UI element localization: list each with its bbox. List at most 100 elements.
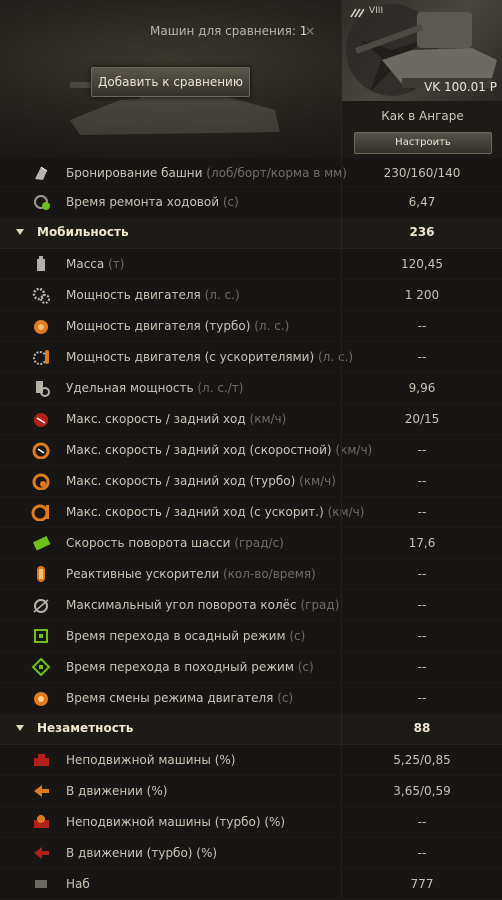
close-icon[interactable]: × bbox=[303, 24, 317, 38]
stat-label-text: Бронирование башни bbox=[66, 166, 203, 180]
stat-row: Макс. скорость / задний ход (турбо) (км/… bbox=[0, 466, 502, 497]
stat-row: Неподвижной машины (%) 5,25/0,85 bbox=[0, 745, 502, 776]
stat-unit: (кол-во/время) bbox=[222, 567, 316, 581]
stat-label-text: Макс. скорость / задний ход (с ускорит.) bbox=[66, 505, 324, 519]
stat-value: -- bbox=[417, 319, 427, 333]
stat-label: Бронирование башни (лоб/борт/корма в мм) bbox=[66, 166, 347, 180]
stat-label-text: Время ремонта ходовой bbox=[66, 195, 220, 209]
stat-unit: (с) bbox=[297, 660, 314, 674]
stat-unit: (л. с.) bbox=[204, 288, 240, 302]
section-header[interactable]: Мобильность 236 bbox=[0, 218, 502, 249]
stat-label: Масса (т) bbox=[66, 257, 124, 271]
tank-card: VIII VK 100.01 P Как в Ангаре Настроить bbox=[341, 0, 502, 158]
stat-label: Максимальный угол поворота колёс (град) bbox=[66, 598, 339, 612]
siege-mode-icon bbox=[34, 629, 48, 643]
stat-row: Максимальный угол поворота колёс (град) -… bbox=[0, 590, 502, 621]
compare-count-label: Машин для сравнения: bbox=[150, 24, 296, 38]
stat-label: Время ремонта ходовой (с) bbox=[66, 195, 239, 209]
hull-traverse-icon bbox=[32, 535, 51, 551]
stat-value: -- bbox=[417, 474, 427, 488]
stat-unit: (л. с.) bbox=[254, 319, 290, 333]
stat-label-text: Неподвижной машины (%) bbox=[66, 753, 236, 767]
stat-label: Время перехода в осадный режим (с) bbox=[66, 629, 305, 643]
stat-row: Время перехода в осадный режим (с) -- bbox=[0, 621, 502, 652]
wheel-angle-icon bbox=[33, 599, 49, 613]
stat-label: Макс. скорость / задний ход (с ускорит.)… bbox=[66, 505, 364, 519]
stat-label: Неподвижной машины (%) bbox=[66, 753, 235, 767]
stat-label-text: Удельная мощность bbox=[66, 381, 194, 395]
stat-label: Макс. скорость / задний ход (скоростной)… bbox=[66, 443, 372, 457]
stat-label-text: Масса bbox=[66, 257, 105, 271]
stat-value: 6,47 bbox=[408, 195, 436, 209]
stat-label-text: В движении (%) bbox=[66, 784, 168, 798]
stats-table: Бронирование башни (лоб/борт/корма в мм)… bbox=[0, 158, 502, 900]
stat-unit: (лоб/борт/корма в мм) bbox=[206, 166, 347, 180]
add-to-compare-button[interactable]: Добавить к сравнению bbox=[91, 67, 250, 97]
stat-value: -- bbox=[417, 691, 427, 705]
stat-value: -- bbox=[417, 846, 427, 860]
stat-row: Масса (т) 120,45 bbox=[0, 249, 502, 280]
stat-value: 9,96 bbox=[408, 381, 436, 395]
engine-mode-icon bbox=[34, 692, 48, 706]
stat-label: Скорость поворота шасси (град/с) bbox=[66, 536, 284, 550]
stat-unit: (л. с./т) bbox=[197, 381, 244, 395]
stat-row: Реактивные ускорители (кол-во/время) -- bbox=[0, 559, 502, 590]
stat-value: 777 bbox=[410, 877, 434, 891]
stat-row: Мощность двигателя (с ускорителями) (л. … bbox=[0, 342, 502, 373]
camo-moving-icon bbox=[34, 785, 49, 797]
stat-value: -- bbox=[417, 567, 427, 581]
stat-label: Мощность двигателя (с ускорителями) (л. … bbox=[66, 350, 353, 364]
stat-row: Макс. скорость / задний ход (км/ч) 20/15 bbox=[0, 404, 502, 435]
stat-row: Время смены режима двигателя (с) -- bbox=[0, 683, 502, 714]
stat-row: Макс. скорость / задний ход (скоростной)… bbox=[0, 435, 502, 466]
camo-moving-turbo-icon bbox=[34, 847, 49, 859]
stat-label-text: Мощность двигателя (с ускорителями) bbox=[66, 350, 315, 364]
next-icon bbox=[35, 880, 47, 888]
stat-row: Бронирование башни (лоб/борт/корма в мм)… bbox=[0, 158, 502, 188]
configure-button[interactable]: Настроить bbox=[354, 132, 492, 154]
stat-value: -- bbox=[417, 505, 427, 519]
stat-label-text: Наб bbox=[66, 877, 90, 891]
rocket-booster-icon bbox=[37, 566, 45, 582]
stat-unit: (с) bbox=[289, 629, 306, 643]
stat-label-text: Макс. скорость / задний ход (скоростной) bbox=[66, 443, 332, 457]
stat-label-text: Время смены режима двигателя bbox=[66, 691, 274, 705]
stat-row: Неподвижной машины (турбо) (%) -- bbox=[0, 807, 502, 838]
tank-name: VK 100.01 P bbox=[424, 80, 497, 94]
stat-label-text: Мощность двигателя (турбо) bbox=[66, 319, 251, 333]
collapse-arrow-icon[interactable] bbox=[16, 229, 24, 235]
stat-label: Макс. скорость / задний ход (турбо) (км/… bbox=[66, 474, 336, 488]
stat-label-text: Скорость поворота шасси bbox=[66, 536, 231, 550]
stat-unit: (град) bbox=[300, 598, 340, 612]
speed-boost-icon bbox=[31, 504, 49, 521]
stat-label-text: Время перехода в осадный режим bbox=[66, 629, 286, 643]
stat-value: -- bbox=[417, 815, 427, 829]
stat-value: 20/15 bbox=[404, 412, 440, 426]
stat-label-text: В движении (турбо) (%) bbox=[66, 846, 218, 860]
stat-value: -- bbox=[417, 598, 427, 612]
compare-header: Машин для сравнения: 1 × Добавить к срав… bbox=[0, 0, 502, 158]
stat-label-text: Реактивные ускорители bbox=[66, 567, 220, 581]
stat-value: -- bbox=[417, 660, 427, 674]
tank-config-label: Как в Ангаре bbox=[381, 109, 464, 123]
compare-count: Машин для сравнения: 1 bbox=[150, 24, 307, 38]
stat-label: Наб bbox=[66, 877, 90, 891]
stat-label-text: Макс. скорость / задний ход bbox=[66, 412, 246, 426]
stat-value: -- bbox=[417, 350, 427, 364]
stat-value: 120,45 bbox=[401, 257, 443, 271]
stat-label: Неподвижной машины (турбо) (%) bbox=[66, 815, 285, 829]
collapse-arrow-icon[interactable] bbox=[16, 725, 24, 731]
section-title: Незаметность bbox=[37, 721, 134, 735]
stat-value: -- bbox=[417, 629, 427, 643]
stat-row: В движении (%) 3,65/0,59 bbox=[0, 776, 502, 807]
stat-label: В движении (%) bbox=[66, 784, 167, 798]
stat-value: 3,65/0,59 bbox=[393, 784, 451, 798]
tank-image[interactable]: VIII VK 100.01 P bbox=[342, 0, 502, 101]
stat-unit: (км/ч) bbox=[249, 412, 287, 426]
stat-value: -- bbox=[417, 443, 427, 457]
speed-fast-icon bbox=[32, 442, 50, 459]
stat-label: Время смены режима двигателя (с) bbox=[66, 691, 293, 705]
section-title: Мобильность bbox=[37, 225, 129, 239]
section-header[interactable]: Незаметность 88 bbox=[0, 714, 502, 745]
section-value: 236 bbox=[409, 225, 435, 239]
